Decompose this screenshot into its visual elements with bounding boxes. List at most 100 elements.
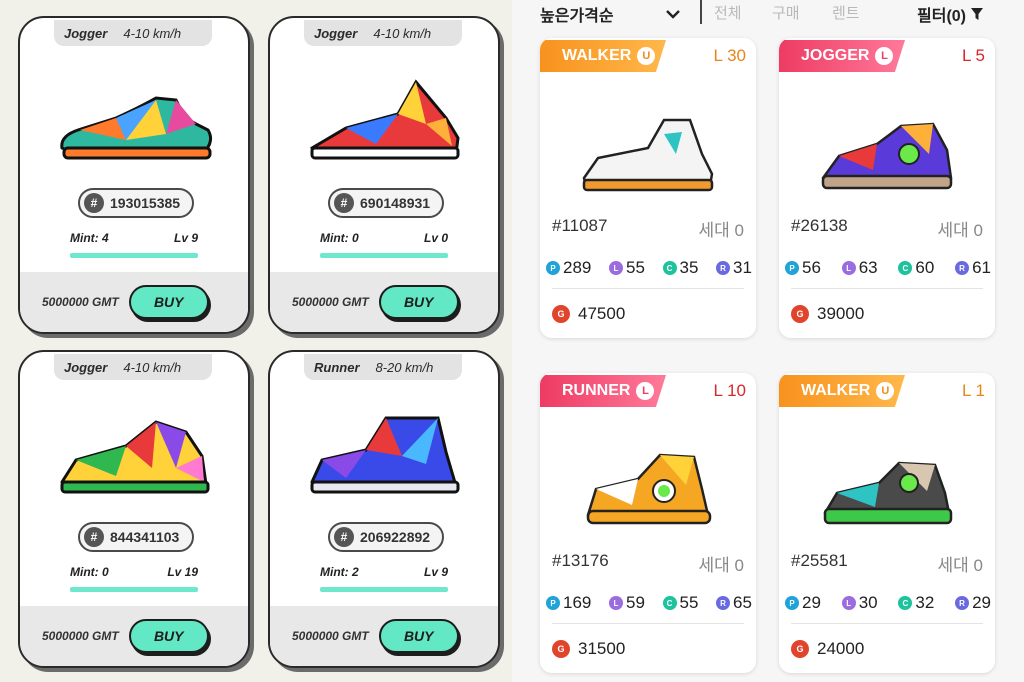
class-ribbon: JOGGER L xyxy=(779,40,905,72)
price-label: 5000000 GMT xyxy=(42,295,119,309)
chevron-down-icon xyxy=(665,10,680,19)
stat-value: 59 xyxy=(625,593,645,612)
hash-icon: # xyxy=(84,193,104,213)
sneaker-type-label: Runner xyxy=(314,359,360,375)
class-ribbon: WALKER U xyxy=(540,40,666,72)
filter-label: 필터(0) xyxy=(917,8,966,25)
card-footer: 5000000 GMT BUY xyxy=(20,272,248,332)
price-label: 5000000 GMT xyxy=(42,629,119,643)
tab-buy[interactable]: 구매 xyxy=(772,2,800,23)
durability-bar xyxy=(70,253,198,258)
sneaker-icon xyxy=(60,96,213,160)
gmt-coin-icon: G xyxy=(791,305,809,323)
generation-label: 세대 0 xyxy=(937,221,983,240)
l-icon: L xyxy=(608,261,623,275)
stat-p: P 289 xyxy=(546,258,591,278)
c-icon: C xyxy=(662,596,677,610)
tab-rent[interactable]: 렌트 xyxy=(832,2,860,23)
sneaker-listing-card[interactable]: WALKER U L 30 #11087 세대 0 P 289 L 55 C 35 R… xyxy=(540,38,756,338)
buy-button[interactable]: BUY xyxy=(378,285,459,319)
price-label: 5000000 GMT xyxy=(292,295,369,309)
level-label: Lv 9 xyxy=(423,565,448,579)
class-label: WALKER xyxy=(562,47,632,64)
filter-button[interactable]: 필터(0) xyxy=(917,2,984,26)
mint-level-row: Mint: 4 Lv 9 xyxy=(70,231,198,245)
p-icon: P xyxy=(785,596,799,610)
stat-value: 60 xyxy=(915,258,935,277)
level-label: L 10 xyxy=(713,381,746,400)
hash-icon: # xyxy=(84,527,104,547)
sneaker-type-tag: Jogger 4-10 km/h xyxy=(304,20,462,46)
token-id: 193015385 xyxy=(110,195,181,211)
card-footer: 5000000 GMT BUY xyxy=(270,272,498,332)
stats-row: P 289 L 55 C 35 R 31 xyxy=(546,258,752,278)
stat-p: P 56 xyxy=(785,258,821,278)
level-label: Lv 9 xyxy=(173,231,198,245)
price-label: 5000000 GMT xyxy=(292,629,369,643)
stat-r: R 31 xyxy=(716,258,752,278)
id-generation-row: #25581 세대 0 xyxy=(791,551,983,576)
sneaker-icon xyxy=(586,453,712,525)
mint-count: Mint: 4 xyxy=(70,231,109,245)
stat-c: C 55 xyxy=(662,593,699,613)
stat-c: C 35 xyxy=(662,258,698,278)
mint-count: Mint: 0 xyxy=(320,231,359,245)
stat-value: 30 xyxy=(858,593,878,612)
durability-bar xyxy=(70,587,198,592)
stat-value: 63 xyxy=(858,258,878,277)
token-id-pill: # 193015385 xyxy=(78,188,194,218)
stat-value: 55 xyxy=(679,593,699,612)
mint-level-row: Mint: 2 Lv 9 xyxy=(320,565,448,579)
stat-value: 56 xyxy=(802,258,821,277)
gmt-coin-icon: G xyxy=(552,305,570,323)
sneaker-type-label: Jogger xyxy=(314,25,358,41)
sneaker-listing-card[interactable]: Runner 8-20 km/h # 206922892 Mint: 2 Lv … xyxy=(268,350,500,668)
stat-c: C 32 xyxy=(898,593,934,613)
sort-dropdown[interactable]: 높은가격순 xyxy=(540,2,680,26)
sneaker-listing-card[interactable]: RUNNER L L 10 #13176 세대 0 P 169 L 59 C 55 R… xyxy=(540,373,756,673)
hash-icon: # xyxy=(334,193,354,213)
class-icon: L xyxy=(636,382,655,400)
token-id: 844341103 xyxy=(110,529,180,545)
sneaker-icon xyxy=(310,416,460,494)
sneaker-icon xyxy=(60,420,210,494)
stats-row: P 56 L 63 C 60 R 61 xyxy=(785,258,991,278)
toolbar-divider xyxy=(700,0,702,24)
stat-value: 31 xyxy=(733,258,752,277)
level-label: Lv 19 xyxy=(167,565,198,579)
sneaker-listing-card[interactable]: Jogger 4-10 km/h # 844341103 Mint: 0 Lv … xyxy=(18,350,250,668)
c-icon: C xyxy=(898,261,913,275)
price-value: 24000 xyxy=(817,639,865,658)
level-label: L 1 xyxy=(961,381,985,400)
token-id: 690148931 xyxy=(360,195,431,211)
token-id: #11087 xyxy=(552,216,608,235)
class-label: WALKER xyxy=(801,382,871,399)
stat-value: 65 xyxy=(733,593,752,612)
sneaker-listing-card[interactable]: JOGGER L L 5 #26138 세대 0 P 56 L 63 C 60 R 61… xyxy=(779,38,995,338)
stat-p: P 169 xyxy=(546,593,591,613)
stat-value: 169 xyxy=(563,593,592,612)
sneaker-listing-card[interactable]: WALKER U L 1 #25581 세대 0 P 29 L 30 C 32 R 29… xyxy=(779,373,995,673)
stat-r: R 61 xyxy=(955,258,991,278)
sneaker-listing-card[interactable]: Jogger 4-10 km/h # 690148931 Mint: 0 Lv … xyxy=(268,16,500,334)
r-icon: R xyxy=(955,596,970,610)
gmt-coin-icon: G xyxy=(552,640,570,658)
stat-l: L 30 xyxy=(841,593,878,613)
card-footer: 5000000 GMT BUY xyxy=(270,606,498,666)
c-icon: C xyxy=(898,596,913,610)
buy-button[interactable]: BUY xyxy=(128,285,209,319)
class-icon: U xyxy=(637,47,656,65)
right-marketplace-panel: 높은가격순 전체 구매 렌트 필터(0) WALKER U L 30 #1108… xyxy=(512,0,1024,682)
id-generation-row: #13176 세대 0 xyxy=(552,551,744,576)
sneaker-listing-card[interactable]: Jogger 4-10 km/h # 193015385 Mint: 4 Lv … xyxy=(18,16,250,334)
mint-count: Mint: 0 xyxy=(70,565,109,579)
buy-button[interactable]: BUY xyxy=(128,619,209,653)
price-value: 39000 xyxy=(817,304,865,323)
divider xyxy=(791,288,983,289)
sneaker-type-tag: Jogger 4-10 km/h xyxy=(54,20,212,46)
tab-all[interactable]: 전체 xyxy=(714,2,742,23)
class-label: RUNNER xyxy=(562,382,631,399)
buy-button[interactable]: BUY xyxy=(378,619,459,653)
token-id: 206922892 xyxy=(360,529,431,545)
speed-range: 4-10 km/h xyxy=(123,359,182,375)
